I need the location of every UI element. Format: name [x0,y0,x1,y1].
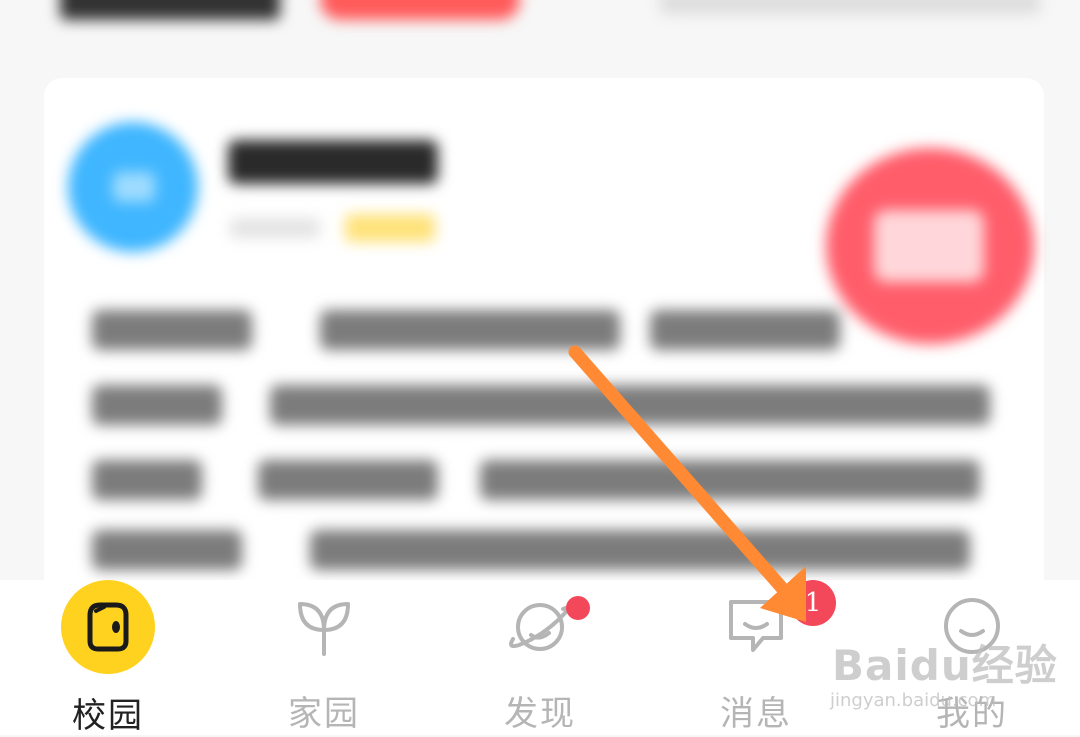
tab-messages[interactable]: 1 消息 [676,580,836,735]
blurred-text-line [92,460,202,500]
tab-label: 校园 [72,696,144,736]
watermark-url: jingyan.baidu.com [830,690,997,711]
blurred-tag [345,214,435,242]
sprout-icon [276,580,372,672]
blurred-text-line [310,530,970,570]
top-bar-blurred [0,0,1080,60]
tab-label: 消息 [720,694,792,734]
new-dot-indicator [566,596,590,620]
planet-icon [492,580,590,672]
tab-campus[interactable]: 校园 [28,580,188,736]
blurred-header-text [660,0,1040,14]
blurred-text-line [258,460,438,500]
blurred-button [320,0,520,20]
baidu-watermark: Baidu经验 jingyan.baidu.com [826,622,1076,722]
blurred-text-line [480,460,980,500]
tab-home-garden[interactable]: 家园 [244,580,404,735]
tab-label: 家园 [288,694,360,734]
blurred-text-line [270,385,990,425]
unread-badge: 1 [790,580,836,626]
blurred-subtitle [230,218,320,238]
camera-fab [826,148,1034,344]
blurred-text-line [92,310,252,350]
blurred-text-line [92,530,242,570]
blurred-username [228,140,438,184]
avatar [68,122,198,252]
blurred-text-line [320,310,620,350]
chat-bubble-icon: 1 [708,580,836,672]
watermark-brand: Baidu经验 [832,641,1058,690]
tab-label: 发现 [504,694,576,734]
tab-discover[interactable]: 发现 [460,580,620,735]
blurred-title [60,0,280,20]
blurred-text-line [650,310,840,350]
campus-chick-icon [60,580,156,674]
blurred-text-line [92,385,222,425]
